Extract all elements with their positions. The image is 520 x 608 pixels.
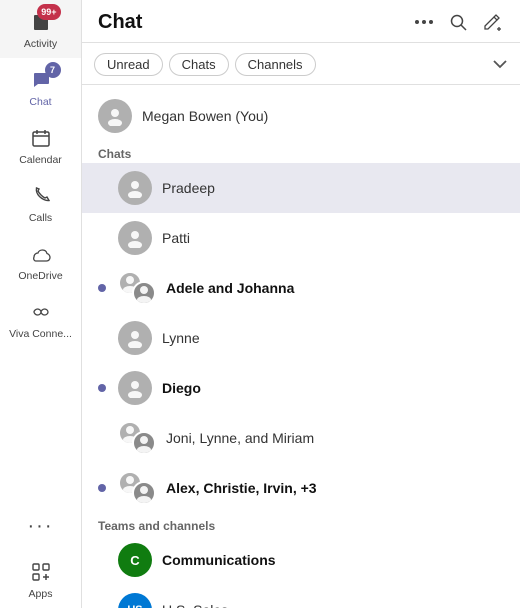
sidebar-item-calendar[interactable]: Calendar (0, 116, 81, 174)
channel-name-us-sales: U.S. Sales (162, 602, 508, 608)
unread-indicator (98, 484, 106, 492)
main-panel: Chat (82, 0, 520, 608)
chat-item-patti[interactable]: Patti (82, 213, 520, 263)
my-user-row[interactable]: Megan Bowen (You) (82, 91, 520, 141)
onedrive-icon (27, 240, 55, 268)
search-button[interactable] (446, 10, 470, 34)
chat-item-name-adele-johanna: Adele and Johanna (166, 280, 508, 296)
channel-item-us-sales[interactable]: US U.S. Sales (82, 585, 520, 608)
sidebar-item-activity[interactable]: 99+ Activity (0, 0, 81, 58)
no-dot (98, 184, 106, 192)
avatar-pradeep (118, 171, 152, 205)
calls-label: Calls (29, 212, 52, 224)
sidebar-item-viva[interactable]: Viva Conne... (0, 290, 81, 348)
chat-item-name-patti: Patti (162, 230, 508, 246)
chat-icon: 7 (27, 66, 55, 94)
my-user-avatar (98, 99, 132, 133)
header-actions (412, 10, 504, 34)
tab-unread[interactable]: Unread (94, 53, 163, 76)
activity-badge: 99+ (37, 4, 60, 20)
sidebar-item-chat[interactable]: 7 Chat (0, 58, 81, 116)
viva-label: Viva Conne... (9, 328, 72, 340)
my-user-name: Megan Bowen (You) (142, 108, 268, 124)
more-icon: ··· (27, 512, 55, 540)
no-dot (98, 556, 106, 564)
more-options-button[interactable] (412, 10, 436, 34)
no-dot (98, 334, 106, 342)
sidebar-item-more[interactable]: ··· (0, 504, 81, 550)
chat-item-joni-lynne-miriam[interactable]: Joni, Lynne, and Miriam (82, 413, 520, 463)
calendar-icon (27, 124, 55, 152)
chat-item-name-alex: Alex, Christie, Irvin, +3 (166, 480, 508, 496)
chat-item-diego[interactable]: Diego (82, 363, 520, 413)
compose-button[interactable] (480, 10, 504, 34)
apps-label: Apps (29, 588, 53, 600)
avatar-alex-christie (118, 471, 156, 505)
chats-section-header: Chats (82, 141, 520, 163)
chat-item-name-diego: Diego (162, 380, 508, 396)
avatar-joni-lynne-miriam (118, 421, 156, 455)
avatar-us-sales: US (118, 593, 152, 608)
unread-indicator (98, 384, 106, 392)
chat-item-name-pradeep: Pradeep (162, 180, 508, 196)
chat-item-name-joni: Joni, Lynne, and Miriam (166, 430, 508, 446)
calendar-label: Calendar (19, 154, 62, 166)
chat-item-lynne[interactable]: Lynne (82, 313, 520, 363)
sidebar: 99+ Activity 7 Chat Calendar (0, 0, 82, 608)
tab-channels[interactable]: Channels (235, 53, 316, 76)
tab-chats[interactable]: Chats (169, 53, 229, 76)
channel-item-communications[interactable]: C Communications (82, 535, 520, 585)
onedrive-label: OneDrive (18, 270, 62, 282)
sidebar-item-onedrive[interactable]: OneDrive (0, 232, 81, 290)
channel-name-communications: Communications (162, 552, 508, 568)
calls-icon (27, 182, 55, 210)
chat-item-alex-christie[interactable]: Alex, Christie, Irvin, +3 (82, 463, 520, 513)
avatar-communications: C (118, 543, 152, 577)
filter-bar: Unread Chats Channels (82, 43, 520, 85)
unread-indicator (98, 284, 106, 292)
activity-icon: 99+ (27, 8, 55, 36)
chat-badge: 7 (45, 62, 61, 78)
no-dot (98, 234, 106, 242)
no-dot (98, 434, 106, 442)
chat-list: Megan Bowen (You) Chats Pradeep (82, 85, 520, 608)
chat-item-name-lynne: Lynne (162, 330, 508, 346)
avatar-patti (118, 221, 152, 255)
apps-add-icon (27, 558, 55, 586)
sidebar-item-apps[interactable]: Apps (0, 550, 81, 608)
avatar-diego (118, 371, 152, 405)
filter-expand-button[interactable] (492, 56, 508, 74)
sidebar-item-calls[interactable]: Calls (0, 174, 81, 232)
activity-label: Activity (24, 38, 57, 50)
viva-icon (27, 298, 55, 326)
chat-item-adele-johanna[interactable]: Adele and Johanna (82, 263, 520, 313)
chat-label: Chat (29, 96, 51, 108)
chat-item-pradeep[interactable]: Pradeep (82, 163, 520, 213)
header: Chat (82, 0, 520, 43)
page-title: Chat (98, 11, 404, 34)
avatar-lynne (118, 321, 152, 355)
avatar-adele-johanna (118, 271, 156, 305)
teams-section-header: Teams and channels (82, 513, 520, 535)
